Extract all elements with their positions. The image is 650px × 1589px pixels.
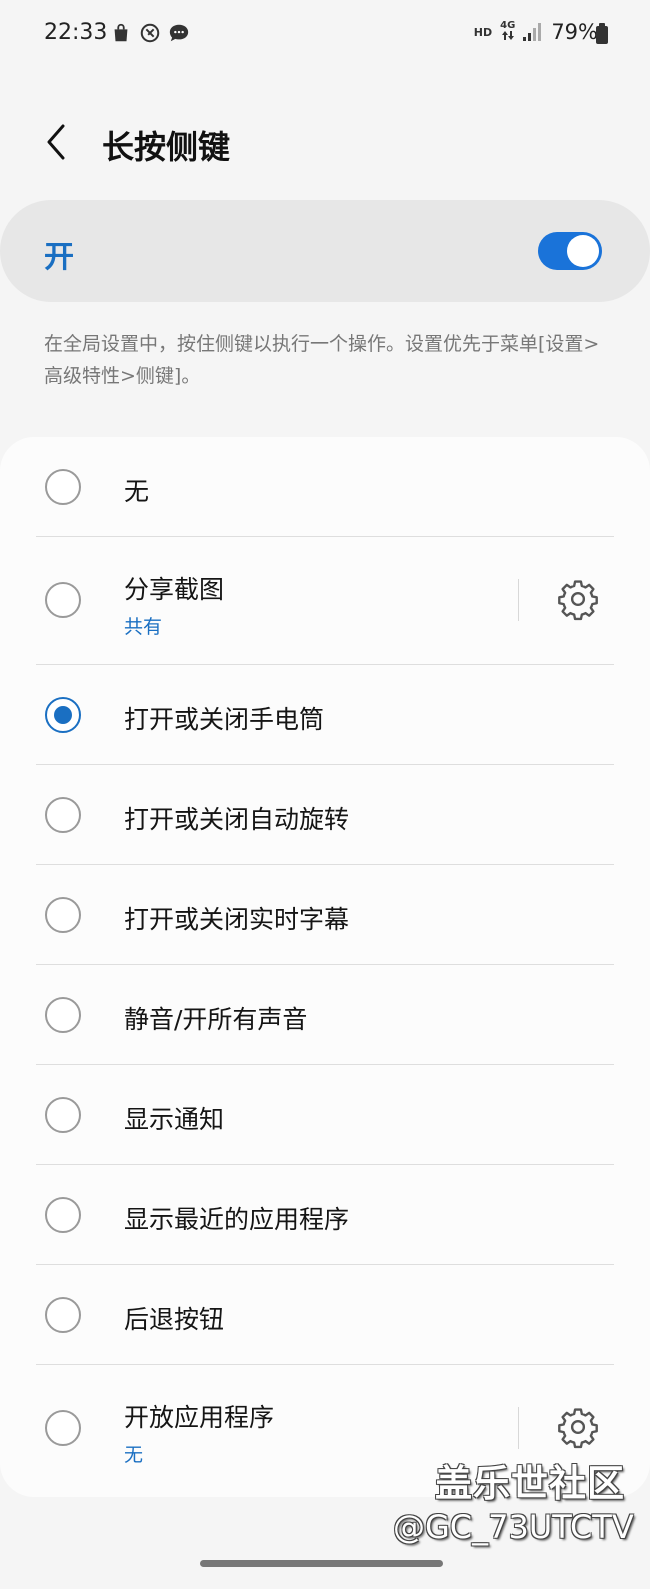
watermark-title: 盖乐世社区 [435,1462,625,1505]
option-label: 分享截图 [124,575,225,604]
radio-button[interactable] [45,1097,81,1133]
battery-percent: 79% [551,20,598,44]
radio-button[interactable] [45,997,81,1033]
option-sublabel: 无 [124,1444,144,1466]
radio-button[interactable] [45,797,81,833]
option-label: 静音/开所有声音 [124,1005,308,1034]
vertical-separator [518,579,519,621]
radio-button[interactable] [45,582,81,618]
option-label: 显示最近的应用程序 [124,1205,350,1234]
status-bar: 22:33 HD 4G 79% [0,0,650,70]
hd-badge: HD [473,25,493,39]
gear-icon[interactable] [556,577,600,621]
status-time: 22:33 [44,20,108,45]
option-label: 显示通知 [124,1105,225,1134]
radio-button-selected[interactable] [45,697,81,733]
radio-button[interactable] [45,1410,81,1446]
chat-bubble-icon [169,24,189,42]
data-arrows-icon [501,31,514,40]
master-toggle[interactable] [538,232,602,270]
description-text: 在全局设置中，按住侧键以执行一个操作。设置优先于菜单[设置>高级特性>侧键]。 [44,333,600,387]
radio-button[interactable] [45,469,81,505]
toggle-knob [567,235,599,267]
option-sublabel: 共有 [124,616,163,638]
option-none[interactable]: 无 [0,437,650,537]
option-auto-rotate[interactable]: 打开或关闭自动旋转 [0,765,650,865]
option-share-screenshot[interactable]: 分享截图 共有 [0,537,650,665]
vertical-separator [518,1407,519,1449]
option-mute-all-sounds[interactable]: 静音/开所有声音 [0,965,650,1065]
option-live-caption[interactable]: 打开或关闭实时字幕 [0,865,650,965]
watermark-handle: @GC_73UTCTV [393,1508,634,1546]
header: 长按侧键 [0,100,650,190]
radio-button[interactable] [45,1197,81,1233]
page-title: 长按侧键 [102,128,231,166]
option-label: 后退按钮 [124,1305,225,1334]
shopping-bag-icon [114,23,128,42]
gesture-nav-handle[interactable] [200,1560,443,1567]
option-back-button[interactable]: 后退按钮 [0,1265,650,1365]
network-badge-label: 4G [500,20,516,31]
option-recent-apps[interactable]: 显示最近的应用程序 [0,1165,650,1265]
radio-button[interactable] [45,1297,81,1333]
status-left-icons [110,22,190,44]
option-label: 打开或关闭手电筒 [124,705,325,734]
option-label: 打开或关闭实时字幕 [124,905,350,934]
no-location-icon [140,23,160,43]
option-show-notifications[interactable]: 显示通知 [0,1065,650,1165]
option-label: 打开或关闭自动旋转 [124,805,350,834]
signal-icon [523,23,542,41]
master-switch-label: 开 [44,240,74,275]
master-switch-row[interactable]: 开 [0,200,650,302]
option-flashlight[interactable]: 打开或关闭手电筒 [0,665,650,765]
option-label: 开放应用程序 [124,1403,275,1432]
gear-icon[interactable] [556,1405,600,1449]
network-badge: 4G [500,21,515,43]
status-right: HD 4G 79% [474,20,598,44]
battery-icon [596,23,608,44]
chevron-left-icon[interactable] [38,120,78,164]
options-card: 无 分享截图 共有 打开或关闭手电筒 打开或关闭自动旋转 打开或关闭实时字幕 静… [0,437,650,1497]
radio-button[interactable] [45,897,81,933]
option-label: 无 [124,477,150,506]
